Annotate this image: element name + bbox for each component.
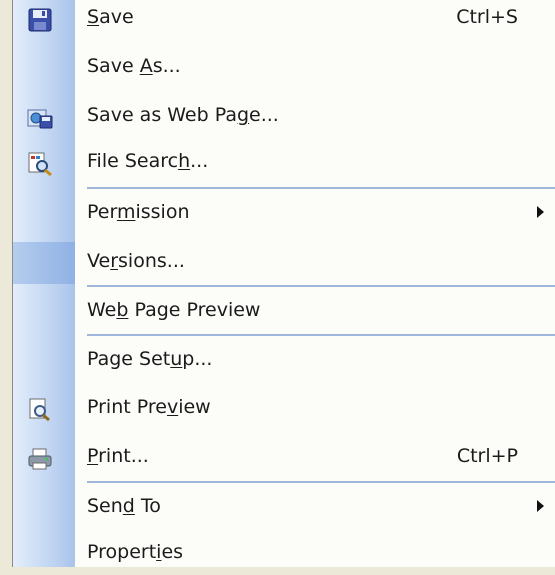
- menu-item-label: Send To: [87, 495, 161, 517]
- menu-item-shortcut: Ctrl+S: [456, 6, 518, 28]
- menu-item-label: Properties: [87, 541, 184, 563]
- file-menu: Save Ctrl+S Save As... Save as Web Page.…: [12, 0, 555, 567]
- menu-separator: [87, 481, 555, 483]
- menu-item-web-page-preview[interactable]: Web Page Preview: [13, 293, 555, 333]
- menu-item-label: File Search...: [87, 150, 209, 172]
- menu-item-label: Save: [87, 6, 134, 28]
- submenu-arrow-icon: [537, 500, 544, 512]
- submenu-arrow-icon: [537, 206, 544, 218]
- menu-item-save-as-web-page[interactable]: Save as Web Page...: [13, 98, 555, 138]
- menu-item-label: Print...: [87, 445, 149, 467]
- menu-item-label: Permission: [87, 201, 190, 223]
- menu-separator: [87, 285, 555, 287]
- menu-item-label: Save As...: [87, 55, 181, 77]
- menu-item-save[interactable]: Save Ctrl+S: [13, 0, 555, 40]
- menu-item-label: Versions...: [87, 250, 185, 272]
- menu-item-permission[interactable]: Permission: [13, 195, 555, 235]
- file-search-icon: [27, 152, 53, 177]
- menu-item-print[interactable]: Print... Ctrl+P: [13, 439, 555, 479]
- save-web-page-icon: [27, 106, 53, 130]
- menu-item-label: Save as Web Page...: [87, 104, 279, 126]
- menu-separator: [87, 334, 555, 336]
- menu-item-save-as[interactable]: Save As...: [13, 49, 555, 89]
- print-preview-icon: [27, 398, 53, 422]
- printer-icon: [27, 447, 53, 471]
- menu-separator: [87, 187, 555, 189]
- floppy-disk-icon: [27, 8, 53, 32]
- menu-item-label: Web Page Preview: [87, 299, 261, 321]
- menu-item-page-setup[interactable]: Page Setup...: [13, 342, 555, 382]
- menu-item-send-to[interactable]: Send To: [13, 489, 555, 529]
- menu-item-print-preview[interactable]: Print Preview: [13, 390, 555, 430]
- menu-item-file-search[interactable]: File Search...: [13, 144, 555, 184]
- menu-item-label: Print Preview: [87, 396, 211, 418]
- menu-item-shortcut: Ctrl+P: [456, 445, 518, 467]
- menu-item-label: Page Setup...: [87, 348, 213, 370]
- menu-item-versions[interactable]: Versions...: [13, 244, 555, 284]
- menu-item-properties[interactable]: Properties: [13, 535, 555, 575]
